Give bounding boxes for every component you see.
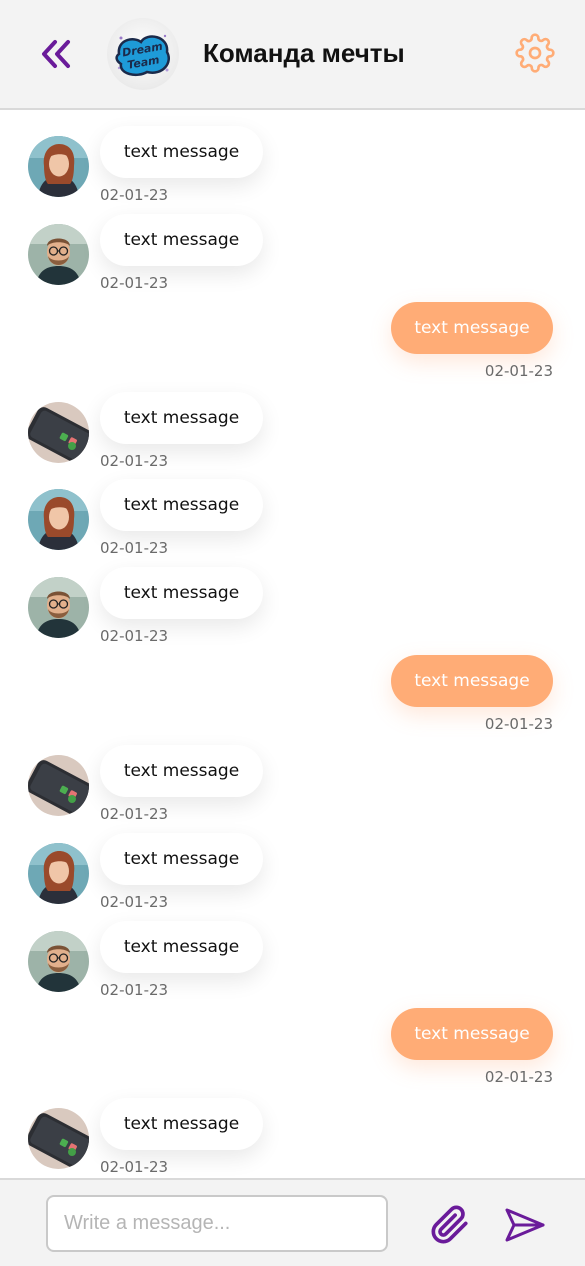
incoming-message-bubble[interactable]: text message: [100, 832, 263, 885]
message-input[interactable]: [46, 1195, 388, 1252]
incoming-message-bubble[interactable]: text message: [100, 920, 263, 973]
message-timestamp: 02-01-23: [484, 1068, 553, 1087]
outgoing-message-bubble[interactable]: text message: [391, 301, 553, 354]
incoming-message-bubble[interactable]: text message: [100, 567, 263, 620]
message-timestamp: 02-01-23: [100, 892, 169, 911]
message-timestamp: 02-01-23: [100, 805, 169, 823]
incoming-message-bubble[interactable]: text message: [100, 479, 263, 532]
incoming-message-bubble[interactable]: text message: [100, 745, 263, 797]
paperclip-icon: [431, 1205, 468, 1244]
dream-team-logo: Dream Team: [115, 34, 170, 76]
incoming-message-bubble[interactable]: text message: [100, 391, 263, 444]
chevrons-left-icon: [42, 40, 70, 68]
message-timestamp: 02-01-23: [484, 715, 553, 733]
sender-avatar[interactable]: [28, 577, 89, 639]
sender-avatar[interactable]: [28, 489, 89, 551]
message-timestamp: 02-01-23: [100, 273, 169, 292]
message-composer: [0, 1178, 585, 1266]
attach-button[interactable]: [430, 1204, 470, 1246]
settings-button[interactable]: [515, 33, 555, 73]
sender-avatar[interactable]: [28, 223, 89, 285]
sender-avatar[interactable]: [28, 842, 89, 904]
outgoing-message-bubble[interactable]: text message: [391, 1008, 553, 1061]
send-button[interactable]: [503, 1205, 547, 1245]
message-timestamp: 02-01-23: [484, 361, 553, 380]
incoming-message-bubble[interactable]: text message: [100, 126, 263, 178]
incoming-message-bubble[interactable]: text message: [100, 1098, 263, 1151]
sender-avatar[interactable]: [28, 755, 89, 816]
back-button[interactable]: [36, 36, 76, 72]
message-timestamp: 02-01-23: [100, 1158, 169, 1177]
sender-avatar[interactable]: [28, 136, 89, 197]
sender-avatar[interactable]: [28, 930, 89, 992]
message-list[interactable]: text message 02-01-23 text message 02-01-23…: [0, 110, 585, 1178]
message-timestamp: 02-01-23: [100, 539, 169, 558]
outgoing-message-bubble[interactable]: text message: [391, 655, 553, 707]
sender-avatar[interactable]: [28, 1108, 89, 1170]
send-icon: [505, 1208, 545, 1242]
sender-avatar[interactable]: [28, 401, 89, 463]
group-avatar[interactable]: Dream Team: [107, 18, 179, 90]
message-timestamp: 02-01-23: [100, 627, 169, 646]
message-timestamp: 02-01-23: [100, 451, 169, 470]
message-timestamp: 02-01-23: [100, 980, 169, 999]
chat-header: Dream Team Команда мечты: [0, 0, 585, 110]
chat-title: Команда мечты: [203, 38, 405, 68]
gear-icon: [515, 33, 555, 73]
incoming-message-bubble[interactable]: text message: [100, 213, 263, 266]
message-timestamp: 02-01-23: [100, 186, 169, 204]
